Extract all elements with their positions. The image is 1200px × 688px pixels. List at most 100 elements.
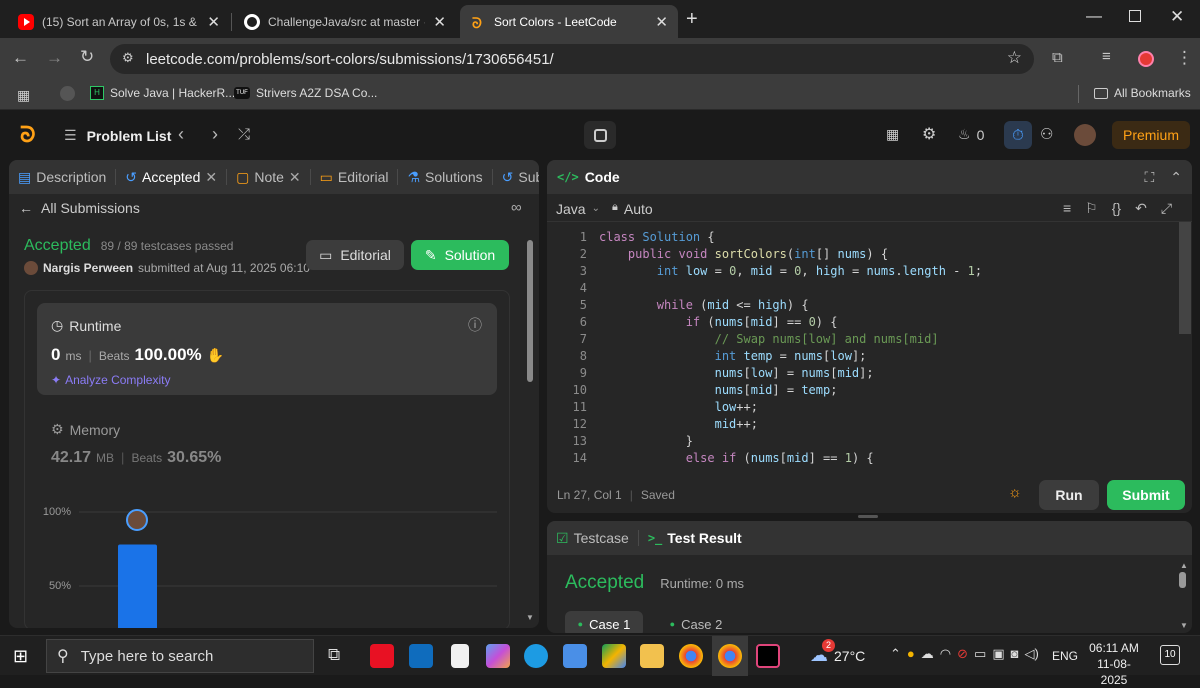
debugger-icon[interactable]: ☼ xyxy=(1008,484,1022,501)
browser-tab-github[interactable]: ChallengeJava/src at master · N ✕ xyxy=(234,5,456,38)
all-bookmarks[interactable]: All Bookmarks xyxy=(1094,86,1191,100)
code-tab[interactable]: </> Code xyxy=(547,169,620,185)
code-line[interactable]: 6 if (nums[mid] == 0) { xyxy=(547,315,1147,332)
url-bar[interactable]: ⚙ leetcode.com/problems/sort-colors/subm… xyxy=(110,44,1034,74)
code-line[interactable]: 7 // Swap nums[low] and nums[mid] xyxy=(547,332,1147,349)
braces-icon[interactable]: {} xyxy=(1112,200,1121,217)
intellij-icon[interactable] xyxy=(756,644,780,668)
code-line[interactable]: 4 xyxy=(547,281,1147,298)
meet-icon[interactable]: ▣ xyxy=(992,646,1004,662)
reset-icon[interactable]: ↶ xyxy=(1135,200,1147,217)
tab-submissions[interactable]: ↺Sub xyxy=(493,169,539,186)
store-icon[interactable] xyxy=(563,644,587,668)
profile-icon[interactable] xyxy=(1138,51,1154,67)
share-link-icon[interactable]: ∞ xyxy=(511,199,522,216)
close-icon[interactable]: ✕ xyxy=(205,169,217,186)
bookmark-strivers[interactable]: TUF Strivers A2Z DSA Co... xyxy=(234,86,377,100)
timer-icon[interactable]: ⏱ xyxy=(1004,121,1032,149)
code-line[interactable]: 5 while (mid <= high) { xyxy=(547,298,1147,315)
editor-scrollbar[interactable] xyxy=(1179,222,1191,334)
code-editor[interactable]: 1 class Solution {2 public void sortColor… xyxy=(547,230,1177,466)
minimize-icon[interactable]: — xyxy=(1086,8,1102,26)
close-icon[interactable]: ✕ xyxy=(433,13,446,31)
bookmark-hackerrank[interactable]: H Solve Java | HackerR... xyxy=(90,86,235,100)
premium-button[interactable]: Premium xyxy=(1112,121,1190,149)
scroll-down-icon[interactable]: ▼ xyxy=(1180,621,1188,630)
tab-test-result[interactable]: >_ Test Result xyxy=(639,530,751,546)
close-icon[interactable]: ✕ xyxy=(655,13,668,31)
code-line[interactable]: 8 int temp = nums[low]; xyxy=(547,349,1147,366)
file-icon[interactable] xyxy=(451,644,469,668)
prev-problem-icon[interactable]: ‹ xyxy=(178,124,184,145)
author-name[interactable]: Nargis Perween xyxy=(43,261,133,275)
run-button[interactable]: Run xyxy=(1039,480,1099,510)
code-line[interactable]: 10 nums[mid] = temp; xyxy=(547,383,1147,400)
battery-icon[interactable]: ▭ xyxy=(974,646,986,662)
close-icon[interactable]: ✕ xyxy=(207,13,220,31)
google-drive-icon[interactable] xyxy=(602,644,626,668)
info-icon[interactable]: ⓘ xyxy=(468,315,482,335)
shuffle-icon[interactable]: ⤮ xyxy=(238,126,250,143)
code-line[interactable]: 9 nums[low] = nums[mid]; xyxy=(547,366,1147,383)
browser-tab-youtube[interactable]: (15) Sort an Array of 0s, 1s & 2s ✕ xyxy=(8,5,230,38)
code-line[interactable]: 2 public void sortColors(int[] nums) { xyxy=(547,247,1147,264)
avatar[interactable] xyxy=(1074,124,1096,146)
analyze-complexity-link[interactable]: ✦ Analyze Complexity xyxy=(51,373,170,387)
tab-accepted[interactable]: ↺ Accepted ✕ xyxy=(116,169,228,186)
site-info-icon[interactable]: ⚙ xyxy=(122,50,134,66)
code-line[interactable]: 3 int low = 0, mid = 0, high = nums.leng… xyxy=(547,264,1147,281)
settings-icon[interactable]: ⚙ xyxy=(922,124,936,144)
apps-grid-icon[interactable]: ▦ xyxy=(17,87,30,104)
github-icon[interactable] xyxy=(60,86,75,101)
fullscreen-icon[interactable]: ⤢ xyxy=(1161,200,1172,217)
collapse-icon[interactable]: ⌃ xyxy=(1170,169,1182,186)
volume-icon[interactable]: ◁) xyxy=(1024,646,1038,662)
editorial-button[interactable]: ▭ Editorial xyxy=(306,240,404,270)
code-line[interactable]: 11 low++; xyxy=(547,400,1147,417)
network-blocked-icon[interactable]: ⊘ xyxy=(957,646,968,662)
case-1-tab[interactable]: ● Case 1 xyxy=(565,611,643,633)
wps-office-icon[interactable] xyxy=(370,644,394,668)
layout-icon[interactable]: ▦ xyxy=(886,126,899,143)
code-line[interactable]: 12 mid++; xyxy=(547,417,1147,434)
case-2-tab[interactable]: ● Case 2 xyxy=(657,611,735,633)
windows-start-icon[interactable]: ⊞ xyxy=(13,646,28,667)
cloud-icon[interactable]: ☁ xyxy=(921,646,934,662)
taskbar-search[interactable]: ⚲ Type here to search xyxy=(46,639,314,673)
tab-testcase[interactable]: ☑ Testcase xyxy=(547,530,639,546)
forward-icon[interactable]: → xyxy=(46,48,63,68)
file-explorer-icon[interactable] xyxy=(640,644,664,668)
copilot-icon[interactable] xyxy=(486,644,510,668)
language-indicator[interactable]: ENG xyxy=(1052,649,1078,663)
tab-solutions[interactable]: ⚗ Solutions xyxy=(398,169,493,185)
code-line[interactable]: 13 } xyxy=(547,434,1147,451)
scroll-up-icon[interactable]: ▲ xyxy=(1180,561,1188,570)
tab-note[interactable]: ▢ Note ✕ xyxy=(227,169,311,185)
weather-widget[interactable]: ☁ 2 27°C xyxy=(810,639,865,666)
new-tab-icon[interactable]: + xyxy=(686,8,698,31)
notes-panel-button[interactable] xyxy=(584,121,616,149)
code-line[interactable]: 14 else if (nums[mid] == 1) { xyxy=(547,451,1147,466)
code-line[interactable]: 1 class Solution { xyxy=(547,230,1147,247)
format-icon[interactable]: ≡ xyxy=(1063,200,1071,217)
back-icon[interactable]: ← xyxy=(12,48,29,68)
google-lens-icon[interactable]: ⧉ xyxy=(1052,49,1063,66)
norton-icon[interactable]: ● xyxy=(907,646,915,662)
scroll-down-icon[interactable]: ▼ xyxy=(526,613,534,622)
runtime-card[interactable]: ◷ Runtime ⓘ 0 ms | Beats 100.00% ✋ ✦ Ana… xyxy=(37,303,497,395)
auto-mode[interactable]: 🔒︎ Auto xyxy=(612,201,653,217)
notification-icon[interactable]: 10 xyxy=(1160,645,1180,665)
memory-header[interactable]: ⚙ Memory xyxy=(51,421,120,438)
scrollbar-thumb[interactable] xyxy=(1179,572,1186,588)
task-view-icon[interactable]: ⧉ xyxy=(328,645,340,665)
menu-dots-icon[interactable]: ⋮ xyxy=(1176,48,1193,68)
leetcode-logo[interactable]: ᘐ xyxy=(20,122,36,148)
close-window-icon[interactable]: ✕ xyxy=(1170,7,1184,27)
media-control-icon[interactable]: ≡ xyxy=(1102,48,1111,65)
streak-counter[interactable]: ♨ 0 xyxy=(958,126,984,143)
edge-icon[interactable] xyxy=(524,644,548,668)
headphone-icon[interactable]: ◙ xyxy=(1011,646,1019,662)
maximize-icon[interactable]: ⛶ xyxy=(1144,169,1154,186)
chevron-up-icon[interactable]: ⌃ xyxy=(890,646,901,662)
clock[interactable]: 06:11 AM 11-08-2025 xyxy=(1084,640,1144,688)
